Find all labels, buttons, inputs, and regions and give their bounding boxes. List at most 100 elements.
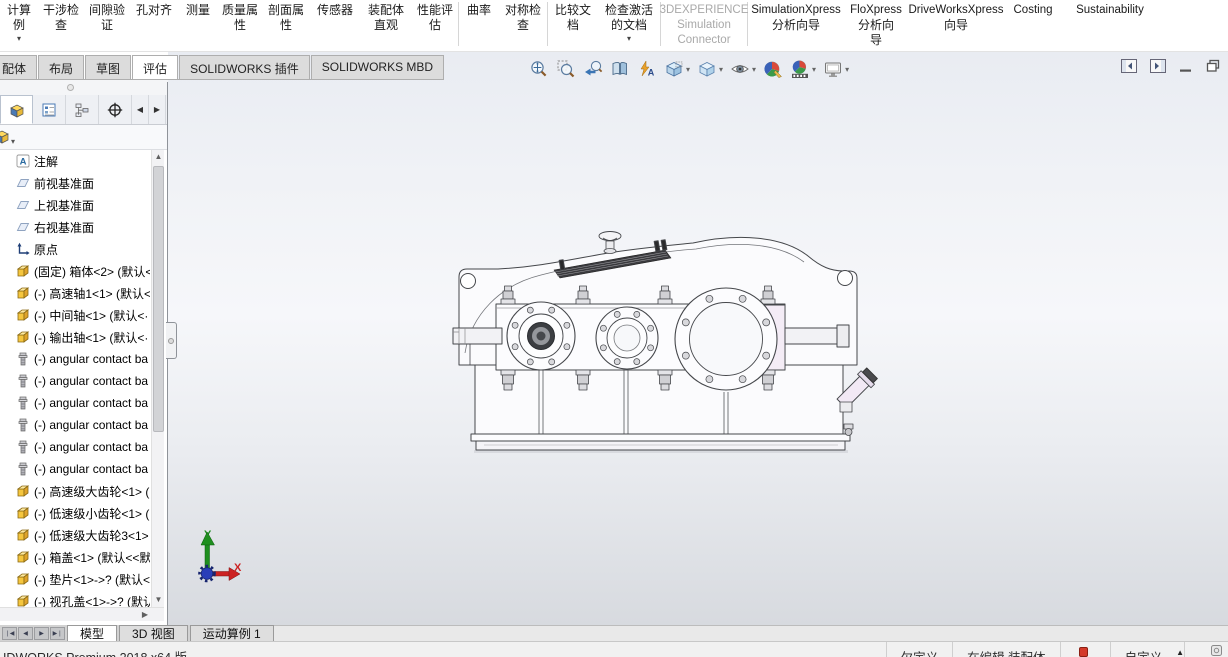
tab-solidworks-addins[interactable]: SOLIDWORKS 插件	[179, 55, 310, 80]
command-manager-toolbar: 计算 例 ▾ 干涉检 查 间隙验 证 孔对齐 测量 质量属 性 剖面属 性 传感…	[0, 0, 1228, 52]
toolbar-button-curvature[interactable]: 曲率	[459, 0, 499, 52]
status-custom[interactable]: 自定义	[1109, 642, 1177, 657]
toolbar-button-sensor[interactable]: 传感器	[310, 0, 360, 52]
toolbar-button-section-properties[interactable]: 剖面属 性	[262, 0, 310, 52]
toolbar-button-assembly-visualization[interactable]: 装配体 直观	[360, 0, 412, 52]
minimize-icon[interactable]	[1179, 59, 1193, 73]
toolbar-button-costing[interactable]: Costing	[1004, 0, 1062, 52]
restore-icon[interactable]	[1206, 59, 1220, 73]
tree-item-bearing-1[interactable]: (-) angular contact ba	[0, 348, 150, 370]
chevron-down-icon[interactable]: ▾	[719, 65, 723, 74]
gearbox-assembly-model[interactable]	[438, 218, 883, 468]
toolbar-button-clearance-verification[interactable]: 间隙验 证	[84, 0, 130, 52]
tree-item-bearing-5[interactable]: (-) angular contact ba	[0, 436, 150, 458]
tree-item-right-plane[interactable]: 右视基准面	[0, 216, 150, 238]
scrollbar-thumb[interactable]	[153, 166, 164, 432]
toolbar-button-mass-properties[interactable]: 质量属 性	[218, 0, 262, 52]
toolbar-button-simulationxpress-wizard[interactable]: SimulationXpress 分析向导	[748, 0, 844, 52]
tree-item-bearing-2[interactable]: (-) angular contact ba	[0, 370, 150, 392]
previous-view-icon[interactable]	[582, 56, 604, 82]
toolbar-button-study-calc[interactable]: 计算 例 ▾	[0, 0, 38, 52]
panel-collapse-handle[interactable]	[166, 322, 177, 359]
edit-appearance-icon[interactable]	[762, 56, 784, 82]
tab-3d-views[interactable]: 3D 视图	[119, 625, 188, 641]
assembly-icon	[0, 128, 10, 144]
tree-item-front-plane[interactable]: 前视基准面	[0, 172, 150, 194]
toolbar-button-measure[interactable]: 测量	[178, 0, 218, 52]
chevron-down-icon[interactable]: ▾	[11, 137, 15, 146]
first-tab-icon[interactable]: ❘◀	[2, 626, 17, 640]
last-tab-icon[interactable]: ▶❘	[50, 626, 65, 640]
tree-item-bearing-4[interactable]: (-) angular contact ba	[0, 414, 150, 436]
toolbar-button-performance-evaluation[interactable]: 性能评 估	[412, 0, 458, 52]
chevron-down-icon[interactable]: ▾	[686, 65, 690, 74]
document-tab-row: ❘◀ ◀ ▶ ▶❘ 模型 3D 视图 运动算例 1	[0, 625, 1228, 641]
command-manager-tab-row: 配体 布局 草图 评估 SOLIDWORKS 插件 SOLIDWORKS MBD	[0, 52, 445, 80]
tab-featuremanager-design-tree[interactable]	[0, 95, 33, 124]
splitter-dot[interactable]	[67, 84, 74, 91]
tree-item-bearing-6[interactable]: (-) angular contact ba	[0, 458, 150, 480]
section-view-icon[interactable]	[609, 56, 631, 82]
zoom-to-fit-icon[interactable]	[528, 56, 550, 82]
tree-item-output-shaft[interactable]: (-) 输出轴<1> (默认<·	[0, 326, 150, 348]
tree-item-high-speed-gear[interactable]: (-) 高速级大齿轮<1> (	[0, 480, 150, 502]
tree-item-low-speed-pinion[interactable]: (-) 低速级小齿轮<1> (	[0, 502, 150, 524]
tab-configuration-manager[interactable]	[66, 95, 99, 124]
toolbar-button-compare-documents[interactable]: 比较文 档	[548, 0, 598, 52]
scroll-right-icon[interactable]: ▶	[138, 608, 152, 622]
tree-item-bearing-3[interactable]: (-) angular contact ba	[0, 392, 150, 414]
tab-assembly[interactable]: 配体	[0, 55, 38, 80]
tab-dimxpert-manager[interactable]	[99, 95, 132, 124]
view-settings-icon[interactable]: ▾	[822, 56, 850, 82]
hide-show-items-icon[interactable]: ▾	[729, 56, 757, 82]
chevron-down-icon[interactable]: ▾	[845, 65, 849, 74]
chevron-down-icon[interactable]: ▾	[812, 65, 816, 74]
next-tab-icon[interactable]: ▶	[34, 626, 49, 640]
scroll-down-icon[interactable]: ▼	[152, 593, 165, 607]
panel-tabs-scroll-right-icon[interactable]: ▶	[149, 95, 166, 124]
annotation-view-icon[interactable]: A	[636, 56, 658, 82]
tab-motion-study-1[interactable]: 运动算例 1	[189, 625, 274, 641]
expand-right-pane-icon[interactable]	[1150, 59, 1166, 73]
handle-dot	[168, 338, 174, 344]
toolbar-button-hole-alignment[interactable]: 孔对齐	[130, 0, 178, 52]
tab-evaluate[interactable]: 评估	[132, 55, 179, 80]
tree-item-top-plane[interactable]: 上视基准面	[0, 194, 150, 216]
tree-item-high-speed-shaft[interactable]: (-) 高速轴1<1> (默认<	[0, 282, 150, 304]
tree-item-annotations[interactable]: 注解	[0, 150, 150, 172]
tab-solidworks-mbd[interactable]: SOLIDWORKS MBD	[310, 55, 445, 80]
tree-item-gasket[interactable]: (-) 垫片<1>->? (默认<	[0, 568, 150, 590]
previous-tab-icon[interactable]: ◀	[18, 626, 33, 640]
tree-horizontal-scrollbar[interactable]: ▶	[0, 607, 164, 621]
status-tray-icon[interactable]	[1184, 642, 1228, 657]
tab-sketch[interactable]: 草图	[85, 55, 132, 80]
tab-layout[interactable]: 布局	[38, 55, 85, 80]
expand-left-pane-icon[interactable]	[1121, 59, 1137, 73]
toolbar-button-driveworksxpress-wizard[interactable]: DriveWorksXpress 向导	[908, 0, 1004, 52]
component-icon	[16, 330, 30, 344]
tree-item-housing[interactable]: (固定) 箱体<2> (默认<	[0, 260, 150, 282]
tree-vertical-scrollbar[interactable]: ▲ ▼	[151, 150, 164, 607]
tree-item-housing-cover[interactable]: (-) 箱盖<1> (默认<<默	[0, 546, 150, 568]
tab-model[interactable]: 模型	[67, 625, 118, 641]
component-icon	[16, 572, 30, 586]
toolbar-button-interference-detection[interactable]: 干涉检 查	[38, 0, 84, 52]
caret-up-icon[interactable]: ▲	[1176, 642, 1184, 657]
tree-item-intermediate-shaft[interactable]: (-) 中间轴<1> (默认<·	[0, 304, 150, 326]
zoom-to-area-icon[interactable]	[555, 56, 577, 82]
tree-item-origin[interactable]: 原点	[0, 238, 150, 260]
scroll-up-icon[interactable]: ▲	[152, 150, 165, 164]
toolbar-button-check-active-document[interactable]: 检查激活 的文档 ▾	[598, 0, 660, 52]
panel-tabs-scroll-left-icon[interactable]: ◀	[132, 95, 149, 124]
component-icon	[16, 594, 30, 608]
toolbar-button-symmetry-check[interactable]: 对称检 查	[499, 0, 547, 52]
apply-scene-icon[interactable]: ▾	[789, 56, 817, 82]
flyout-tree-header[interactable]: ▾	[0, 125, 167, 150]
toolbar-button-sustainability[interactable]: Sustainability	[1062, 0, 1158, 52]
view-orientation-icon[interactable]: ▾	[663, 56, 691, 82]
chevron-down-icon[interactable]: ▾	[752, 65, 756, 74]
display-style-icon[interactable]: ▾	[696, 56, 724, 82]
tab-property-manager[interactable]	[33, 95, 66, 124]
toolbar-button-floxpress-wizard[interactable]: FloXpress 分析向 导	[844, 0, 908, 52]
tree-item-low-speed-gear[interactable]: (-) 低速级大齿轮3<1>	[0, 524, 150, 546]
